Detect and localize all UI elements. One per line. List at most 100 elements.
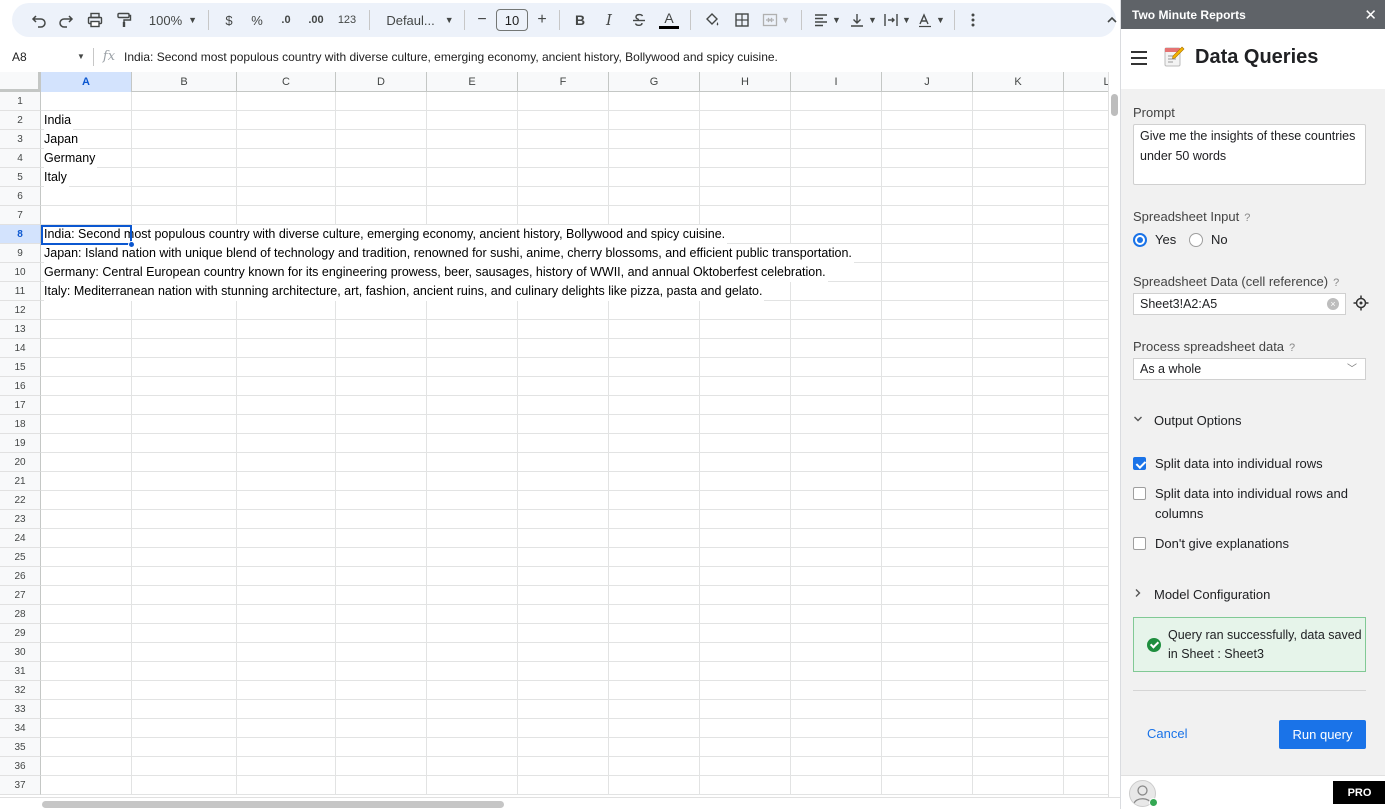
font-select[interactable]: Defaul... ▼ xyxy=(376,6,458,34)
zoom-select[interactable]: 100% ▼ xyxy=(138,6,202,34)
row-header[interactable]: 7 xyxy=(0,206,41,225)
row-header[interactable]: 24 xyxy=(0,529,41,548)
scroll-thumb[interactable] xyxy=(42,801,504,808)
model-configuration-toggle[interactable]: Model Configuration xyxy=(1133,587,1270,602)
print-button[interactable] xyxy=(80,6,110,34)
horizontal-align-button[interactable]: ▼ xyxy=(808,6,846,34)
clear-icon[interactable]: × xyxy=(1327,298,1339,310)
help-icon[interactable]: ? xyxy=(1333,277,1339,289)
row-header[interactable]: 5 xyxy=(0,168,41,187)
column-header[interactable]: C xyxy=(237,72,336,92)
row-header[interactable]: 6 xyxy=(0,187,41,206)
row-header[interactable]: 29 xyxy=(0,624,41,643)
row-header[interactable]: 23 xyxy=(0,510,41,529)
row-header[interactable]: 13 xyxy=(0,320,41,339)
row-header[interactable]: 34 xyxy=(0,719,41,738)
column-header[interactable]: I xyxy=(791,72,882,92)
text-wrapping-button[interactable]: ▼ xyxy=(880,6,914,34)
row-header[interactable]: 18 xyxy=(0,415,41,434)
row-header[interactable]: 19 xyxy=(0,434,41,453)
vertical-scrollbar[interactable] xyxy=(1108,72,1120,809)
fill-color-button[interactable] xyxy=(697,6,727,34)
column-header[interactable]: K xyxy=(973,72,1064,92)
row-header[interactable]: 37 xyxy=(0,776,41,795)
row-header[interactable]: 10 xyxy=(0,263,41,282)
column-header[interactable]: G xyxy=(609,72,700,92)
select-range-icon[interactable] xyxy=(1353,295,1369,311)
row-header[interactable]: 21 xyxy=(0,472,41,491)
row-header[interactable]: 12 xyxy=(0,301,41,320)
name-box[interactable]: A8 ▼ xyxy=(0,44,90,69)
spreadsheet-grid[interactable]: ABCDEFGHIJKL 1 2 India 3 Japan 4 Germany 5 Italy… xyxy=(0,72,1108,798)
cell-a4[interactable]: Germany xyxy=(44,149,98,168)
paint-format-button[interactable] xyxy=(110,6,138,34)
row-header[interactable]: 25 xyxy=(0,548,41,567)
column-header[interactable]: A xyxy=(41,72,132,92)
row-header[interactable]: 2 xyxy=(0,111,41,130)
row-header[interactable]: 27 xyxy=(0,586,41,605)
undo-button[interactable] xyxy=(26,6,52,34)
cell-a8[interactable]: India: Second most populous country with… xyxy=(44,225,728,244)
hamburger-menu-icon[interactable] xyxy=(1131,51,1147,65)
row-header[interactable]: 26 xyxy=(0,567,41,586)
row-header[interactable]: 22 xyxy=(0,491,41,510)
run-query-button[interactable]: Run query xyxy=(1279,720,1366,749)
cell-a9[interactable]: Japan: Island nation with unique blend o… xyxy=(44,244,854,263)
cell-a2[interactable]: India xyxy=(44,111,74,130)
increase-font-size-button[interactable]: + xyxy=(531,6,553,34)
increase-decimal-button[interactable]: .00 xyxy=(301,6,331,34)
column-header[interactable]: L xyxy=(1064,72,1108,92)
row-header[interactable]: 8 xyxy=(0,225,41,244)
row-header[interactable]: 17 xyxy=(0,396,41,415)
row-header[interactable]: 33 xyxy=(0,700,41,719)
option-no-explanations[interactable]: Don't give explanations xyxy=(1133,534,1289,554)
column-header[interactable]: E xyxy=(427,72,518,92)
process-data-select[interactable]: As a whole ﹀ xyxy=(1133,358,1366,380)
text-color-button[interactable]: A xyxy=(654,6,684,34)
more-options-button[interactable] xyxy=(961,6,985,34)
option-split-rows[interactable]: Split data into individual rows xyxy=(1133,454,1323,474)
row-header[interactable]: 20 xyxy=(0,453,41,472)
row-header[interactable]: 4 xyxy=(0,149,41,168)
row-header[interactable]: 11 xyxy=(0,282,41,301)
column-header[interactable]: J xyxy=(882,72,973,92)
horizontal-scrollbar[interactable] xyxy=(0,797,1120,809)
column-header[interactable]: D xyxy=(336,72,427,92)
row-header[interactable]: 30 xyxy=(0,643,41,662)
decrease-decimal-button[interactable]: .0 xyxy=(271,6,301,34)
row-header[interactable]: 16 xyxy=(0,377,41,396)
text-rotation-button[interactable]: ▼ xyxy=(914,6,948,34)
borders-button[interactable] xyxy=(727,6,757,34)
cell-a10[interactable]: Germany: Central European country known … xyxy=(44,263,828,282)
column-header[interactable]: F xyxy=(518,72,609,92)
help-icon[interactable]: ? xyxy=(1244,212,1250,224)
select-all-corner[interactable] xyxy=(0,72,41,92)
vertical-align-button[interactable]: ▼ xyxy=(846,6,880,34)
row-header[interactable]: 35 xyxy=(0,738,41,757)
row-header[interactable]: 9 xyxy=(0,244,41,263)
fill-handle[interactable] xyxy=(128,241,135,248)
percent-button[interactable]: % xyxy=(243,6,271,34)
prompt-textarea[interactable]: Give me the insights of these countries … xyxy=(1133,124,1366,185)
cell-a11[interactable]: Italy: Mediterranean nation with stunnin… xyxy=(44,282,765,301)
cancel-button[interactable]: Cancel xyxy=(1147,726,1187,741)
bold-button[interactable]: B xyxy=(566,6,594,34)
number-format-button[interactable]: 123 xyxy=(331,6,363,34)
row-header[interactable]: 3 xyxy=(0,130,41,149)
redo-button[interactable] xyxy=(52,6,80,34)
row-header[interactable]: 28 xyxy=(0,605,41,624)
cell-a5[interactable]: Italy xyxy=(44,168,69,187)
font-size-input[interactable]: 10 xyxy=(493,6,531,34)
row-header[interactable]: 31 xyxy=(0,662,41,681)
row-header[interactable]: 32 xyxy=(0,681,41,700)
row-header[interactable]: 36 xyxy=(0,757,41,776)
scroll-thumb[interactable] xyxy=(1111,94,1118,116)
row-header[interactable]: 1 xyxy=(0,92,41,111)
cell-reference-input[interactable]: Sheet3!A2:A5 xyxy=(1133,293,1346,315)
radio-yes[interactable]: Yes xyxy=(1133,232,1176,247)
output-options-toggle[interactable]: Output Options xyxy=(1133,413,1241,428)
merge-cells-button[interactable]: ▼ xyxy=(757,6,795,34)
italic-button[interactable]: I xyxy=(594,6,624,34)
decrease-font-size-button[interactable]: − xyxy=(471,6,493,34)
column-header[interactable]: B xyxy=(132,72,237,92)
